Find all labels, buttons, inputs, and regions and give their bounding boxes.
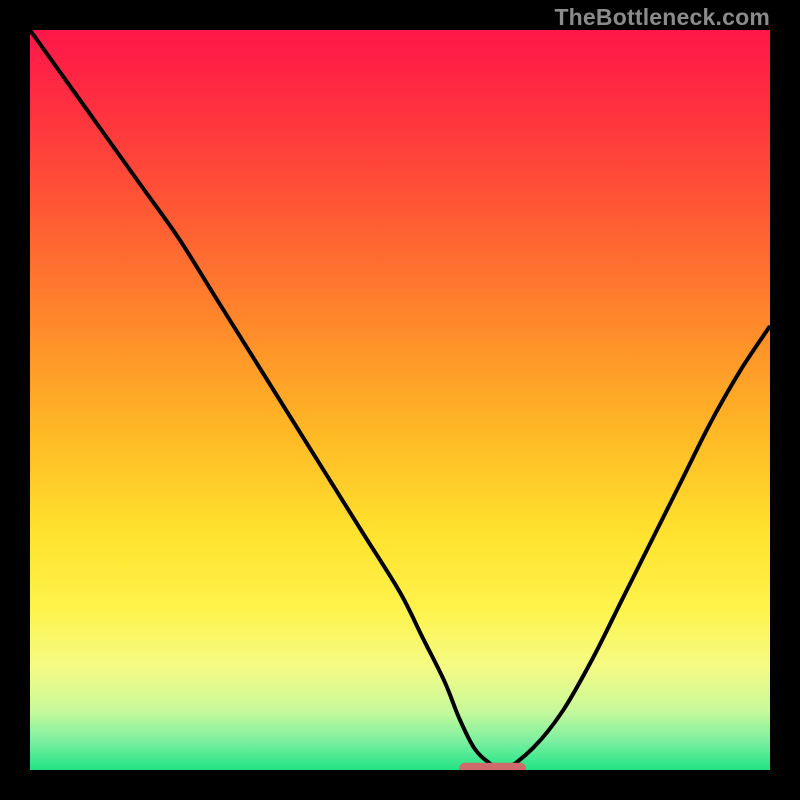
plot-area — [30, 30, 770, 770]
bottleneck-curve — [30, 30, 770, 770]
watermark-text: TheBottleneck.com — [554, 4, 770, 31]
optimal-range-marker — [459, 763, 526, 770]
chart-frame: TheBottleneck.com — [0, 0, 800, 800]
